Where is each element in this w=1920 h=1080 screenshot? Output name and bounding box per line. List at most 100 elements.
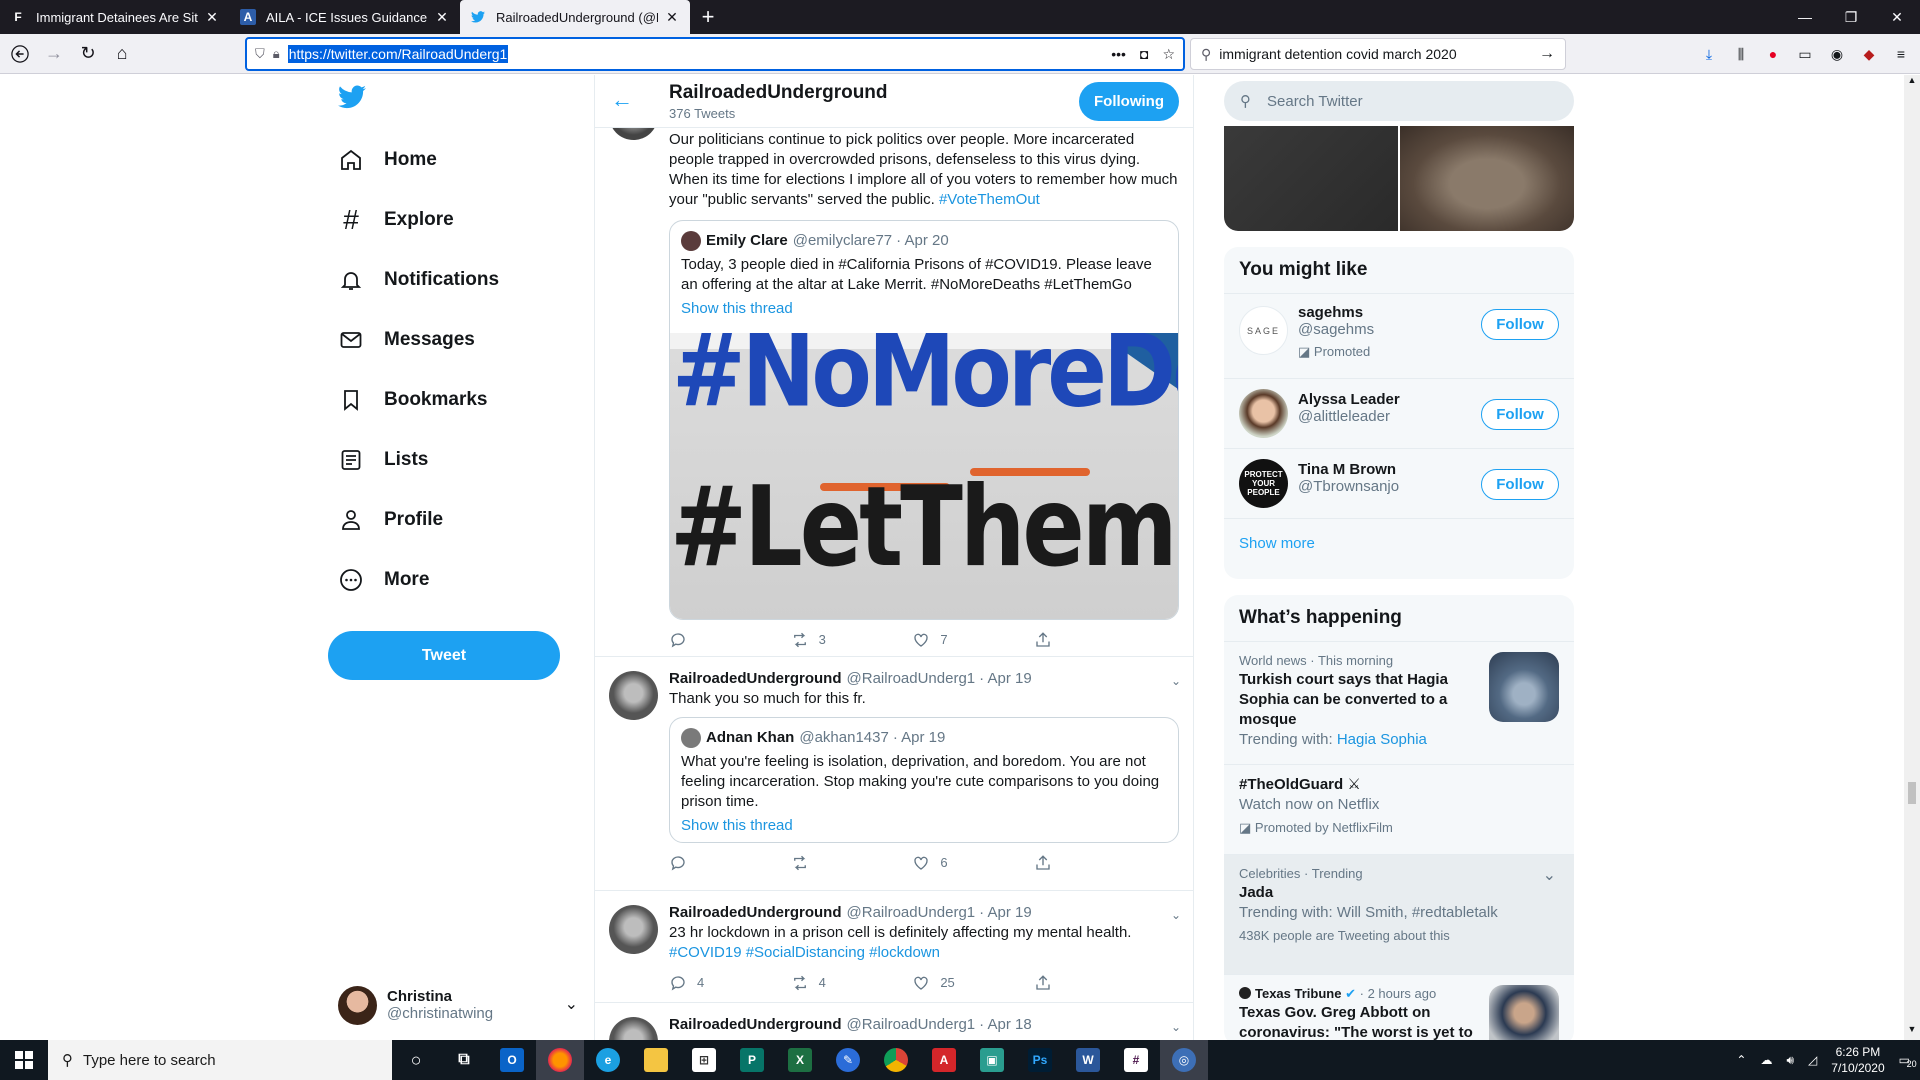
taskbar-search-input[interactable]: ⚲ Type here to search [48,1040,392,1080]
maximize-icon[interactable]: ❐ [1828,0,1874,34]
media-thumbnail[interactable] [1400,126,1574,231]
suggested-account[interactable]: SAGE sagehms @sagehms ◪ Promoted Follow [1224,294,1574,379]
reload-icon[interactable]: ↻ [72,38,104,70]
network-icon[interactable]: ◿ [1808,1053,1817,1067]
search-query[interactable]: immigrant detention covid march 2020 [1219,46,1456,62]
extension-icon[interactable]: ◆ [1858,43,1880,65]
following-button[interactable]: Following [1079,82,1179,121]
edge-icon[interactable]: e [584,1040,632,1080]
tracking-protection-icon[interactable]: ⛉ [255,46,265,62]
like-button[interactable]: 7 [912,630,972,650]
search-go-icon[interactable]: → [1539,45,1555,63]
hashtag-link[interactable]: #VoteThemOut [939,191,1040,208]
pocket-icon[interactable]: ◘ [1140,46,1148,63]
new-tab-button[interactable]: + [690,0,726,34]
tweet-date[interactable]: · Apr 19 [979,903,1032,923]
account-icon[interactable]: ◉ [1826,43,1848,65]
page-actions-icon[interactable]: ••• [1111,46,1126,63]
show-thread-link[interactable]: Show this thread [681,816,1166,836]
tweet[interactable]: RailroadedUnderground @RailroadUnderg1 ·… [595,658,1193,891]
suggested-account[interactable]: Alyssa Leader @alittleleader Follow [1224,379,1574,449]
windows-start-icon[interactable] [0,1040,48,1080]
reply-button[interactable]: 4 [669,973,729,993]
show-thread-link[interactable]: Show this thread [681,299,1166,319]
outlook-icon[interactable]: O [488,1040,536,1080]
chevron-down-icon[interactable]: ⌄ [1543,865,1556,885]
back-icon[interactable] [4,38,36,70]
chevron-down-icon[interactable]: ⌄ [565,994,578,1014]
library-icon[interactable]: ⫼ [1730,43,1752,65]
image-app-icon[interactable]: ▣ [968,1040,1016,1080]
follow-button[interactable]: Follow [1481,469,1559,500]
nav-notifications[interactable]: Notifications [338,260,499,300]
browser-tab-1[interactable]: F Immigrant Detainees Are Sitting ✕ [0,0,230,34]
retweet-button[interactable]: 3 [791,630,851,650]
tweet-date[interactable]: · Apr 18 [979,1015,1032,1035]
volume-icon[interactable]: 🔊︎ [1786,1053,1794,1068]
author-name[interactable]: RailroadedUnderground [669,1015,842,1035]
scrollbar-thumb[interactable] [1908,782,1916,804]
address-bar[interactable]: ⛉ 🔒︎ https://twitter.com/RailroadUnderg1… [245,37,1185,71]
trend-item[interactable]: #TheOldGuard ⚔ Watch now on Netflix ◪ Pr… [1224,765,1574,855]
tweet[interactable]: RailroadedUnderground @RailroadUnderg1 ·… [595,892,1193,1003]
firefox-icon[interactable] [536,1040,584,1080]
nav-profile[interactable]: Profile [338,500,443,540]
onedrive-icon[interactable]: ☁ [1760,1053,1772,1067]
follow-button[interactable]: Follow [1481,309,1559,340]
trend-item[interactable]: Celebrities · Trending ⌄ Jada Trending w… [1224,855,1574,975]
nav-messages[interactable]: Messages [338,320,475,360]
chrome-icon[interactable] [872,1040,920,1080]
media-thumbnail[interactable] [1224,126,1398,231]
url-text[interactable]: https://twitter.com/RailroadUnderg1 [287,45,509,63]
store-icon[interactable]: ⊞ [680,1040,728,1080]
downloads-icon[interactable]: ⤓ [1698,43,1720,65]
retweet-button[interactable]: 4 [791,973,851,993]
nav-bookmarks[interactable]: Bookmarks [338,380,488,420]
scroll-up-arrow-icon[interactable]: ▲ [1904,75,1920,91]
share-button[interactable] [1034,973,1094,993]
excel-icon[interactable]: X [776,1040,824,1080]
browser-search-bar[interactable]: ⚲ immigrant detention covid march 2020 → [1190,38,1566,70]
back-arrow-icon[interactable]: ← [611,87,633,113]
lock-icon[interactable]: 🔒︎ [273,46,280,62]
chevron-down-icon[interactable]: ⌄ [1171,1017,1181,1037]
slack-icon[interactable]: # [1112,1040,1160,1080]
notification-icon[interactable]: ▭ 20 [1899,1053,1917,1069]
photoshop-icon[interactable]: Ps [1016,1040,1064,1080]
twitter-search-input[interactable]: ⚲ Search Twitter [1224,81,1574,121]
reply-button[interactable] [669,630,729,650]
chevron-down-icon[interactable]: ⌄ [1171,671,1181,691]
bookmark-star-icon[interactable]: ☆ [1162,46,1175,63]
twitter-logo-icon[interactable] [338,85,372,115]
page-scrollbar[interactable]: ▲ ▼ [1904,75,1920,1040]
chevron-up-icon[interactable]: ⌃ [1736,1053,1746,1067]
word-icon[interactable]: W [1064,1040,1112,1080]
pinterest-icon[interactable]: ● [1762,43,1784,65]
nav-more[interactable]: More [338,560,429,600]
home-page-icon[interactable]: ⌂ [106,38,138,70]
close-tab-icon[interactable]: ✕ [664,9,680,26]
minimize-icon[interactable]: — [1782,0,1828,34]
clock[interactable]: 6:26 PM 7/10/2020 [1831,1044,1884,1076]
close-window-icon[interactable]: ✕ [1874,0,1920,34]
cortana-icon[interactable]: ○ [392,1040,440,1080]
nav-lists[interactable]: Lists [338,440,428,480]
browser-tab-3-active[interactable]: RailroadedUnderground (@Rai ✕ [460,0,690,34]
nav-explore[interactable]: # Explore [338,200,454,240]
suggested-account[interactable]: PROTECT YOUR PEOPLE Tina M Brown @Tbrown… [1224,449,1574,519]
file-explorer-icon[interactable] [632,1040,680,1080]
quoted-tweet[interactable]: Emily Clare @emilyclare77 · Apr 20 Today… [669,220,1179,620]
scroll-down-arrow-icon[interactable]: ▼ [1904,1024,1920,1040]
trend-item[interactable]: Texas Tribune ✔ · 2 hours ago Texas Gov.… [1224,975,1574,1040]
like-button[interactable]: 25 [912,973,972,993]
reply-button[interactable] [669,853,729,873]
account-switcher[interactable]: Christina @christinatwing ⌄ [338,980,578,1030]
share-button[interactable] [1034,630,1094,650]
camera-app-icon[interactable]: ◎ [1160,1040,1208,1080]
author-name[interactable]: RailroadedUnderground [669,903,842,923]
chevron-down-icon[interactable]: ⌄ [1171,905,1181,925]
trend-item[interactable]: World news · This morning Turkish court … [1224,642,1574,765]
share-button[interactable] [1034,853,1094,873]
retweet-button[interactable] [791,853,851,873]
menu-icon[interactable]: ≡ [1890,43,1912,65]
